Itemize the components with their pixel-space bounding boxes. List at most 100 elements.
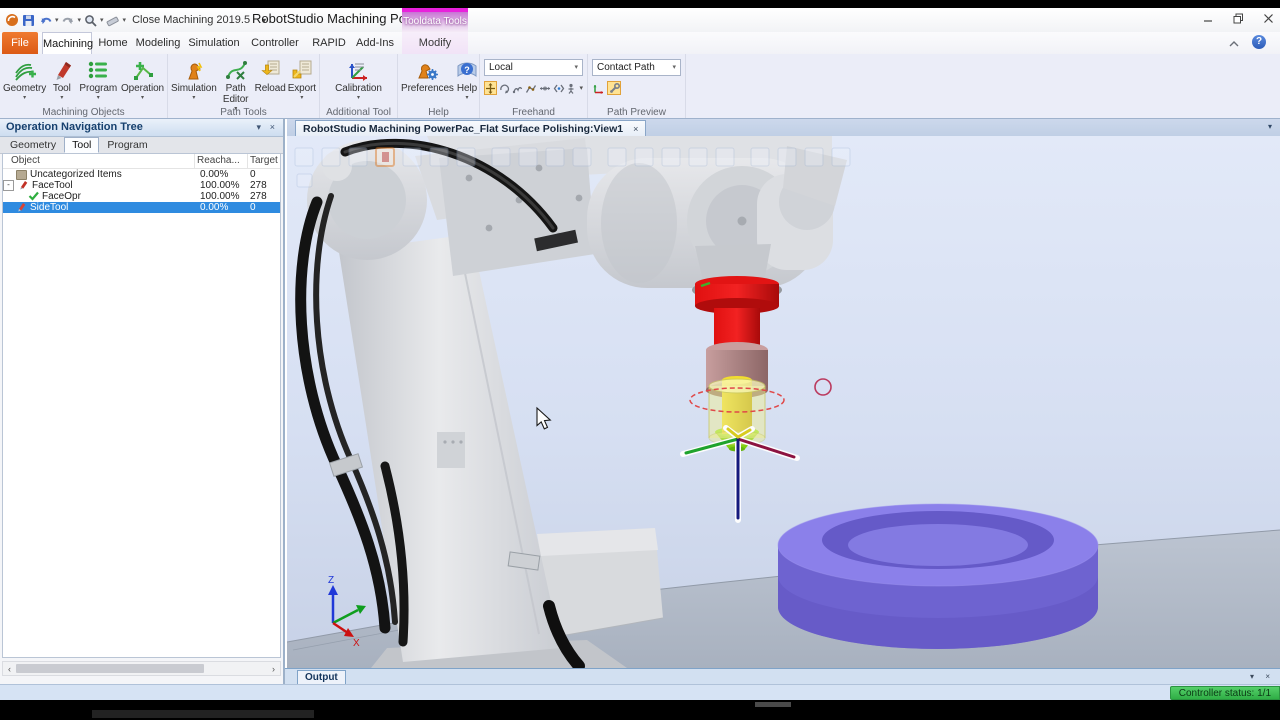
output-close-icon[interactable]: × xyxy=(1265,672,1270,681)
calibration-button[interactable]: Calibration ▾ xyxy=(326,56,392,101)
tab-modeling[interactable]: Modeling xyxy=(132,32,184,54)
preferences-icon xyxy=(401,57,453,82)
controller-status-badge[interactable]: Controller status: 1/1 xyxy=(1169,686,1280,700)
panel-tab-tool[interactable]: Tool xyxy=(64,137,100,153)
tool-dropdown-icon[interactable]: ▾ xyxy=(48,95,75,101)
zoom-icon[interactable] xyxy=(83,13,98,28)
tab-rapid[interactable]: RAPID xyxy=(308,32,350,54)
freehand-jog-linear-icon[interactable] xyxy=(539,81,552,95)
title-bar: ▾ ▾ ▾ ▾ Close Machining 2019.5 ▾ RobotSt… xyxy=(0,8,1280,32)
status-bar: Controller status: 1/1 xyxy=(0,684,1280,700)
calibration-dropdown-icon[interactable]: ▾ xyxy=(327,95,391,101)
redo-icon[interactable] xyxy=(61,13,76,28)
group-label: Additional Tool xyxy=(326,107,391,118)
preview-tool-icon[interactable] xyxy=(607,81,621,95)
letterbox-segment xyxy=(92,710,314,718)
redo-dropdown-icon[interactable]: ▾ xyxy=(78,17,82,24)
freehand-move-icon[interactable] xyxy=(484,81,497,95)
export-button[interactable]: Export ▾ xyxy=(287,56,317,101)
path-editor-button[interactable]: Path Editor ▾ xyxy=(218,56,254,112)
undo-icon[interactable] xyxy=(38,13,53,28)
column-object[interactable]: Object xyxy=(3,154,195,168)
quick-access-toolbar: ▾ ▾ ▾ ▾ Close Machining 2019.5 ▾ xyxy=(4,12,266,28)
close-button[interactable] xyxy=(1262,12,1274,24)
reload-button[interactable]: Reload xyxy=(254,56,287,94)
operation-dropdown-icon[interactable]: ▾ xyxy=(121,95,164,101)
program-dropdown-icon[interactable]: ▾ xyxy=(77,95,119,101)
operation-navigation-panel: Operation Navigation Tree ▾ × Geometry T… xyxy=(0,119,285,684)
viewport-tab-close-icon[interactable]: × xyxy=(633,122,638,136)
panel-close-icon[interactable]: × xyxy=(270,119,275,136)
collapse-ribbon-icon[interactable] xyxy=(1228,36,1240,48)
panel-menu-icon[interactable]: ▾ xyxy=(256,119,261,136)
undo-dropdown-icon[interactable]: ▾ xyxy=(55,17,59,24)
measure-icon[interactable] xyxy=(106,13,121,28)
save-icon[interactable] xyxy=(21,13,36,28)
qat-command-label[interactable]: Close Machining 2019.5 xyxy=(132,14,250,26)
tree-row-sidetool[interactable]: SideTool 0.00% 0 xyxy=(3,202,280,213)
tab-machining[interactable]: Machining xyxy=(42,32,93,54)
zoom-dropdown-icon[interactable]: ▾ xyxy=(100,17,104,24)
freehand-more-caret-icon[interactable]: ▾ xyxy=(579,85,583,92)
ribbon-tab-row: File Machining Home Modeling Simulation … xyxy=(0,32,1280,55)
restore-button[interactable] xyxy=(1232,12,1244,24)
window-title: RobotStudio Machining Pow... xyxy=(252,11,426,26)
export-dropdown-icon[interactable]: ▾ xyxy=(288,95,316,101)
horizontal-scrollbar[interactable]: ‹ › xyxy=(2,661,281,676)
output-bar: Output ▾ × xyxy=(285,668,1280,685)
group-label: Path Preview xyxy=(607,107,666,118)
column-target[interactable]: Target xyxy=(248,154,280,168)
3d-viewport-canvas[interactable]: Z X xyxy=(287,136,1280,668)
path-preview-mode-select[interactable]: Contact Path ▾ xyxy=(592,59,681,76)
path-editor-icon xyxy=(219,57,253,82)
help-dropdown-icon[interactable]: ▾ xyxy=(455,95,479,101)
tab-controller[interactable]: Controller xyxy=(244,32,306,54)
panel-tab-geometry[interactable]: Geometry xyxy=(2,137,64,153)
tab-home[interactable]: Home xyxy=(96,32,130,54)
operation-icon xyxy=(121,57,164,82)
tool-item-icon xyxy=(16,201,27,215)
robotstudio-window: ▾ ▾ ▾ ▾ Close Machining 2019.5 ▾ RobotSt… xyxy=(0,8,1280,700)
column-reachability[interactable]: Reacha... xyxy=(195,154,248,168)
tree-header: Object Reacha... Target xyxy=(3,154,280,169)
freehand-jog-joint-icon[interactable] xyxy=(525,81,538,95)
preferences-button[interactable]: Preferences xyxy=(400,56,454,94)
app-icon[interactable] xyxy=(4,13,19,28)
tool-icon xyxy=(48,57,75,82)
viewport-tab[interactable]: RobotStudio Machining PowerPac_Flat Surf… xyxy=(295,120,647,136)
freehand-multirobot-icon[interactable] xyxy=(552,81,565,95)
geometry-button[interactable]: Geometry ▾ xyxy=(2,56,47,101)
minimize-button[interactable] xyxy=(1202,12,1214,24)
program-button[interactable]: Program ▾ xyxy=(76,56,120,101)
scrollbar-thumb[interactable] xyxy=(16,664,204,673)
freehand-rotate-icon[interactable] xyxy=(498,81,511,95)
tab-file[interactable]: File xyxy=(2,32,38,54)
help-button[interactable]: ? Help ▾ xyxy=(454,56,480,101)
group-path-preview: Contact Path ▾ Path Preview xyxy=(588,54,686,118)
panel-tab-program[interactable]: Program xyxy=(99,137,155,153)
scroll-right-icon[interactable]: › xyxy=(267,664,280,674)
freehand-mode-select[interactable]: Local ▾ xyxy=(484,59,583,76)
scroll-left-icon[interactable]: ‹ xyxy=(3,664,16,674)
panel-header: Operation Navigation Tree ▾ × xyxy=(0,119,283,137)
freehand-reorient-icon[interactable] xyxy=(566,81,579,95)
group-label: Help xyxy=(428,107,449,118)
help-bubble-icon[interactable]: ? xyxy=(1252,35,1266,49)
workpiece-disc[interactable] xyxy=(777,503,1099,649)
freehand-jog-icon[interactable] xyxy=(512,81,525,95)
output-tab[interactable]: Output xyxy=(297,670,346,685)
operation-button[interactable]: Operation ▾ xyxy=(120,56,165,101)
geometry-dropdown-icon[interactable]: ▾ xyxy=(3,95,46,101)
ribbon: Geometry ▾ Tool ▾ Program ▾ Operation ▾ … xyxy=(0,54,1280,119)
tab-simulation[interactable]: Simulation xyxy=(186,32,242,54)
tool-button[interactable]: Tool ▾ xyxy=(47,56,76,101)
simulation-button[interactable]: Simulation ▾ xyxy=(170,56,218,101)
preview-axes-icon[interactable] xyxy=(592,81,606,95)
viewport-menu-icon[interactable]: ▾ xyxy=(1268,122,1272,131)
panel-tabs: Geometry Tool Program xyxy=(0,137,283,154)
simulation-dropdown-icon[interactable]: ▾ xyxy=(171,95,217,101)
tab-modify[interactable]: Modify xyxy=(402,32,468,54)
measure-dropdown-icon[interactable]: ▾ xyxy=(123,17,127,24)
output-menu-icon[interactable]: ▾ xyxy=(1250,672,1254,681)
tab-addins[interactable]: Add-Ins xyxy=(350,32,400,54)
